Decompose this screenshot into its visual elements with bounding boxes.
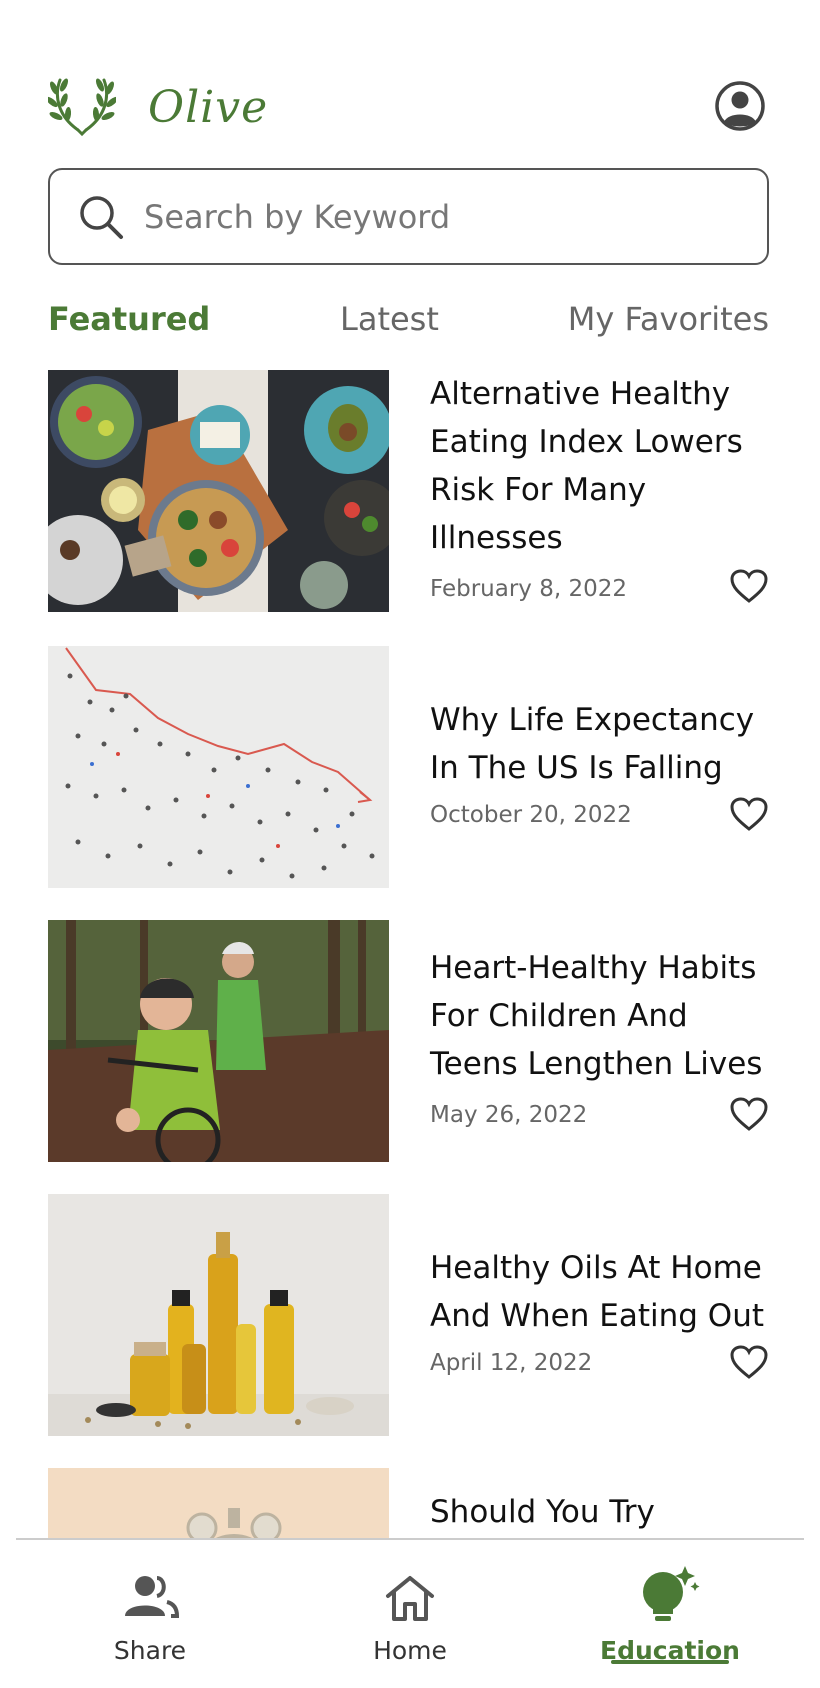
active-tab-indicator bbox=[611, 1660, 729, 1664]
article-date: April 12, 2022 bbox=[430, 1350, 593, 1376]
home-icon bbox=[386, 1576, 434, 1621]
article-title[interactable]: Healthy Oils At Home And When Eating Out bbox=[430, 1244, 775, 1340]
article-title[interactable]: Why Life Expectancy In The US Is Falling bbox=[430, 696, 775, 792]
child-cycling-forest-image bbox=[48, 920, 389, 1162]
bottom-navigation: Share Home Education bbox=[0, 1540, 820, 1688]
category-tabs: Featured Latest My Favorites bbox=[48, 300, 769, 340]
app-header: Olive bbox=[48, 72, 766, 142]
heart-icon[interactable] bbox=[729, 568, 769, 604]
healthy-food-bowls-image bbox=[48, 370, 389, 612]
heart-icon[interactable] bbox=[729, 1096, 769, 1132]
article-date: May 26, 2022 bbox=[430, 1102, 588, 1128]
article-card[interactable]: Why Life Expectancy In The US Is Falling… bbox=[48, 646, 771, 888]
olive-oil-bottles-image bbox=[48, 1194, 389, 1436]
nav-label-share: Share bbox=[113, 1636, 187, 1665]
heart-icon[interactable] bbox=[729, 796, 769, 832]
tab-my-favorites[interactable]: My Favorites bbox=[568, 300, 769, 338]
article-title[interactable]: Alternative Healthy Eating Index Lowers … bbox=[430, 370, 775, 562]
nav-label-home: Home bbox=[373, 1636, 447, 1665]
heart-icon[interactable] bbox=[729, 1344, 769, 1380]
alarm-clock-image bbox=[48, 1468, 389, 1538]
app-screen: Olive Featured Latest My Favorites bbox=[0, 0, 820, 1688]
app-logo-text: Olive bbox=[148, 81, 269, 133]
article-title[interactable]: Should You Try bbox=[430, 1488, 771, 1536]
lightbulb-sparkle-icon bbox=[643, 1566, 700, 1621]
search-icon bbox=[80, 195, 123, 239]
tab-featured[interactable]: Featured bbox=[48, 300, 210, 338]
tab-latest[interactable]: Latest bbox=[340, 300, 439, 338]
search-bar[interactable] bbox=[48, 168, 769, 265]
nav-share[interactable]: Share bbox=[50, 1540, 250, 1688]
article-title[interactable]: Heart-Healthy Habits For Children And Te… bbox=[430, 944, 775, 1088]
article-card[interactable]: Should You Try bbox=[48, 1468, 771, 1538]
nav-home[interactable]: Home bbox=[310, 1540, 510, 1688]
people-icon bbox=[125, 1576, 179, 1618]
article-date: October 20, 2022 bbox=[430, 802, 632, 828]
people-declining-graph-image bbox=[48, 646, 389, 888]
search-input[interactable] bbox=[144, 197, 704, 236]
user-circle-icon[interactable] bbox=[714, 80, 766, 132]
article-card[interactable]: Heart-Healthy Habits For Children And Te… bbox=[48, 920, 771, 1162]
article-date: February 8, 2022 bbox=[430, 576, 628, 602]
article-card[interactable]: Alternative Healthy Eating Index Lowers … bbox=[48, 370, 771, 612]
laurel-wreath-icon bbox=[48, 78, 116, 137]
article-card[interactable]: Healthy Oils At Home And When Eating Out… bbox=[48, 1194, 771, 1436]
nav-education[interactable]: Education bbox=[570, 1540, 770, 1688]
